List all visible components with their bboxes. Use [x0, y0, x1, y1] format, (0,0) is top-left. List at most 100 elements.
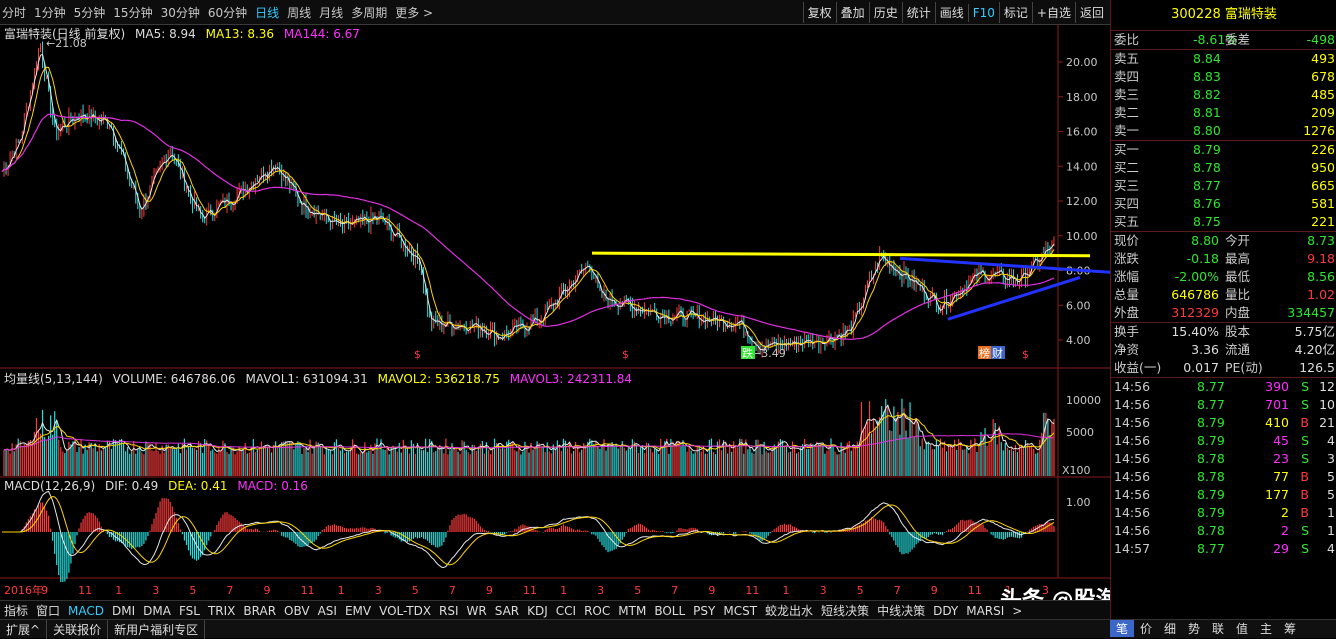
mavol1-line	[3, 404, 1055, 454]
indicator-tab-2[interactable]: MACD	[64, 603, 108, 619]
tool-button-0[interactable]: 复权	[802, 2, 836, 23]
indicator-tab-16[interactable]: CCI	[552, 603, 580, 619]
tool-button-6[interactable]: 标记	[998, 2, 1032, 23]
chart-canvas[interactable]: 20.0018.0016.0014.0012.0010.008.006.004.…	[0, 24, 1111, 600]
quote-tab-5[interactable]: 值	[1230, 620, 1254, 637]
quote-tab-1[interactable]: 价	[1134, 620, 1158, 637]
indicator-tab-10[interactable]: EMV	[341, 603, 375, 619]
indicator-tab-5[interactable]: FSL	[175, 603, 204, 619]
event-marker: $	[414, 348, 421, 361]
volume-tick-label: 5000	[1066, 426, 1094, 439]
quote-tab-6[interactable]: 主	[1254, 620, 1278, 637]
indicator-tab-1[interactable]: 窗口	[32, 601, 64, 620]
indicator-tab-0[interactable]: 指标	[0, 601, 32, 620]
quote-tab-2[interactable]: 细	[1158, 620, 1182, 637]
tick-time: 14:56	[1114, 505, 1151, 520]
tick-time: 14:56	[1114, 487, 1151, 502]
bottom-tab-2[interactable]: 新用户福利专区	[108, 620, 206, 639]
ma144-label: MA144: 6.67	[283, 27, 360, 41]
indicator-tab-13[interactable]: WR	[463, 603, 491, 619]
event-marker: $	[622, 348, 629, 361]
period-tab-5[interactable]: 60分钟	[208, 6, 247, 20]
indicator-tab-6[interactable]: TRIX	[204, 603, 239, 619]
fund-value: 5.75亿	[1294, 324, 1335, 339]
dea-value: DEA: 0.41	[168, 479, 228, 493]
fund-label: PE(动)	[1225, 360, 1263, 375]
period-toolbar: 分时 1分钟 5分钟 15分钟 30分钟 60分钟 日线 周线 月线 多周期 更多 > 复权 叠加 历史…	[0, 0, 1110, 25]
stat-row: 外盘 312329 内盘 334457	[1111, 304, 1336, 322]
tool-button-2[interactable]: 历史	[868, 2, 902, 23]
period-tab-7[interactable]: 周线	[287, 6, 311, 20]
tick-volume: 29	[1273, 541, 1289, 556]
tick-time: 14:56	[1114, 379, 1151, 394]
tick-list[interactable]: 14:56 8.77 390 S 12 14:56 8.77 701 S 10 14:56 8.79 4…	[1111, 378, 1336, 558]
stat-label: 最高	[1225, 251, 1251, 266]
indicator-tab-11[interactable]: VOL-TDX	[375, 603, 435, 619]
volume-bars	[3, 398, 1055, 476]
indicator-tab-25[interactable]: DDY	[929, 603, 962, 619]
period-tab-2[interactable]: 5分钟	[74, 6, 106, 20]
stat-value: 9.18	[1307, 251, 1335, 266]
tool-button-3[interactable]: 统计	[901, 2, 935, 23]
indicator-tab-19[interactable]: BOLL	[650, 603, 689, 619]
period-tab-8[interactable]: 月线	[319, 6, 343, 20]
x-axis-label: 3	[152, 584, 159, 597]
indicator-tab-7[interactable]: BRAR	[239, 603, 280, 619]
period-tabs: 分时 1分钟 5分钟 15分钟 30分钟 60分钟 日线 周线 月线 多周期 更多 >	[2, 4, 441, 21]
bid-level-row: 买一 8.79 226	[1111, 141, 1336, 159]
bid-level-volume: 950	[1311, 160, 1335, 175]
indicator-tab-4[interactable]: DMA	[139, 603, 175, 619]
x-axis-label: 9	[486, 584, 493, 597]
tool-button-8[interactable]: 返回	[1074, 2, 1108, 23]
period-tab-9[interactable]: 多周期	[351, 6, 387, 20]
tool-button-7[interactable]: +自选	[1031, 2, 1075, 23]
quote-tab-4[interactable]: 联	[1206, 620, 1230, 637]
indicator-tab-15[interactable]: KDJ	[523, 603, 552, 619]
x-axis-label: 5	[412, 584, 419, 597]
bottom-tab-1[interactable]: 关联报价	[47, 620, 109, 639]
vol-indicator-name: 均量线(5,13,144)	[4, 372, 103, 386]
indicator-tab-24[interactable]: 中线决策	[873, 601, 929, 620]
indicator-tab-21[interactable]: MCST	[719, 603, 761, 619]
bottom-tabs: 扩展^ 关联报价 新用户福利专区	[0, 619, 1110, 639]
bid-book: 买一 8.79 226 买二 8.78 950 买三 8.77 665 买四 8.76 581 买五 8.…	[1111, 141, 1336, 232]
stat-value: 8.73	[1307, 233, 1335, 248]
resistance-line	[591, 251, 1091, 258]
fund-value: 126.5	[1299, 360, 1335, 375]
indicator-tab-3[interactable]: DMI	[108, 603, 139, 619]
quote-tab-3[interactable]: 势	[1182, 620, 1206, 637]
period-tab-3[interactable]: 15分钟	[113, 6, 152, 20]
indicator-tab-9[interactable]: ASI	[314, 603, 341, 619]
tick-side: S	[1301, 397, 1309, 412]
indicator-tab-8[interactable]: OBV	[280, 603, 314, 619]
weibi-row: 委比 -8.61% 委差 -498	[1111, 31, 1336, 50]
indicator-tab-17[interactable]: ROC	[580, 603, 614, 619]
period-tab-0[interactable]: 分时	[2, 6, 26, 20]
indicator-tab-27[interactable]: >	[1008, 603, 1026, 619]
tool-button-5[interactable]: F10	[967, 4, 999, 22]
tool-button-1[interactable]: 叠加	[835, 2, 869, 23]
tick-time: 14:56	[1114, 451, 1151, 466]
indicator-tab-14[interactable]: SAR	[491, 603, 523, 619]
tick-volume: 390	[1265, 379, 1289, 394]
tool-button-4[interactable]: 画线	[934, 2, 968, 23]
indicator-tab-20[interactable]: PSY	[689, 603, 719, 619]
quote-tab-7[interactable]: 筹	[1278, 620, 1302, 637]
tick-row: 14:57 8.77 29 S 4	[1111, 540, 1336, 558]
period-tab-6[interactable]: 日线	[255, 6, 279, 20]
period-tab-10[interactable]: 更多 >	[395, 6, 433, 20]
kline-chart[interactable]: 20.0018.0016.0014.0012.0010.008.006.004.…	[0, 24, 1111, 600]
bottom-tab-0[interactable]: 扩展^	[0, 620, 48, 639]
period-tab-4[interactable]: 30分钟	[161, 6, 200, 20]
indicator-tab-18[interactable]: MTM	[614, 603, 650, 619]
indicator-tab-26[interactable]: MARSI	[962, 603, 1008, 619]
x-axis-label: 11	[78, 584, 92, 597]
indicator-tab-23[interactable]: 短线决策	[817, 601, 873, 620]
ask-level-label: 卖一	[1114, 123, 1140, 138]
macd-value: MACD: 0.16	[237, 479, 308, 493]
period-tab-1[interactable]: 1分钟	[34, 6, 66, 20]
quote-tab-0[interactable]: 笔	[1110, 620, 1134, 637]
indicator-tab-12[interactable]: RSI	[435, 603, 463, 619]
indicator-tab-22[interactable]: 蛟龙出水	[761, 601, 817, 620]
x-axis-label: 5	[189, 584, 196, 597]
